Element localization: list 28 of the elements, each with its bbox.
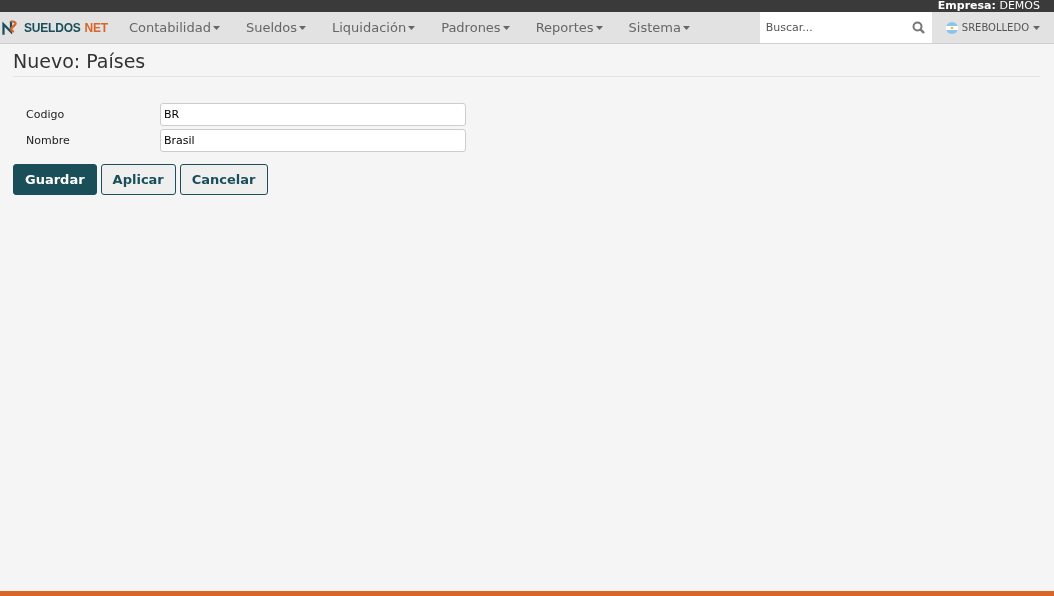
menu-item[interactable]: Liquidación [319,12,429,43]
menu-item[interactable]: Contabilidad [116,12,233,43]
company-label: Empresa: DEMOS [937,0,1040,12]
caret-icon [1033,25,1040,30]
menu-item[interactable]: Sueldos [232,12,319,43]
logo-text: SUELDOS [24,20,81,35]
save-button[interactable]: Guardar [13,164,97,195]
caret-icon [502,25,510,30]
apply-button[interactable]: Aplicar [100,164,176,195]
menu-item[interactable]: Sistema [615,12,703,43]
caret-icon [682,25,690,30]
cancel-button[interactable]: Cancelar [179,164,268,195]
field-label: Nombre [26,134,71,147]
flag-icon [945,21,958,34]
caret-icon [212,25,220,30]
input-field[interactable]: BR [160,103,466,126]
input-field[interactable]: Brasil [160,129,466,152]
field-label: Codigo [26,108,66,121]
logo-text: NET [84,20,108,35]
search-icon[interactable] [911,21,925,34]
search-field[interactable]: Buscar... [759,12,932,43]
caret-icon [299,25,306,30]
caret-icon [408,25,416,30]
caret-icon [595,25,603,30]
user-menu[interactable]: SREBOLLEDO [931,12,1054,43]
menu-item[interactable]: Reportes [522,12,616,43]
menu-item[interactable]: Padrones [428,12,523,43]
page-title: Nuevo: Países [13,50,1040,77]
